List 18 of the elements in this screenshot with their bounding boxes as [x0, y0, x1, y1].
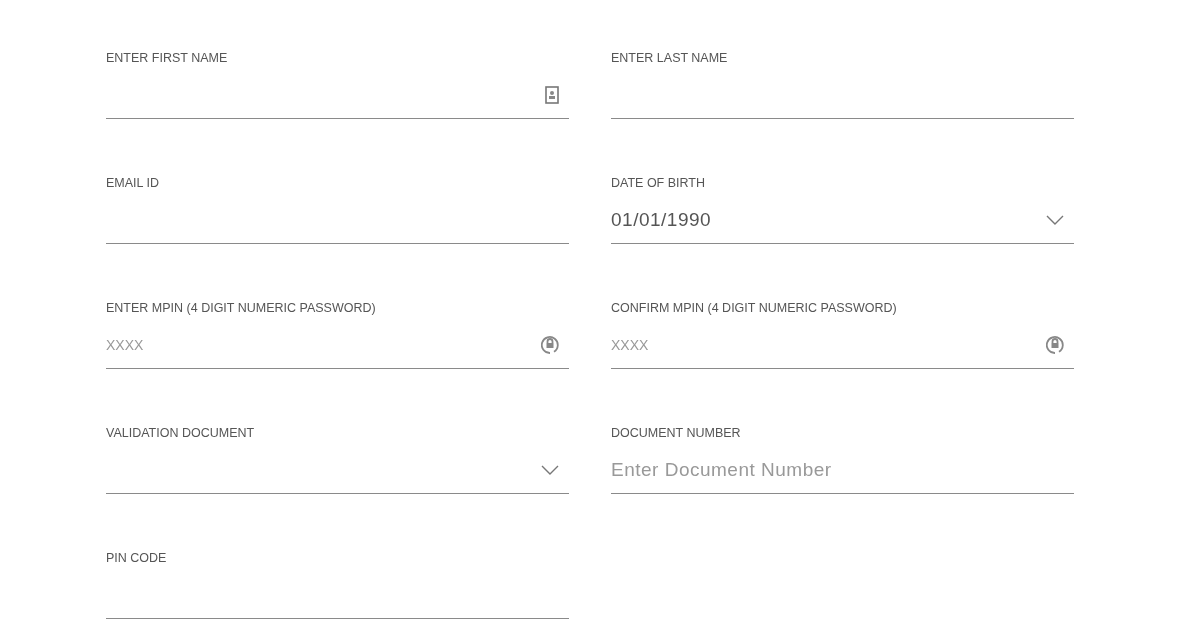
lock-icon[interactable]	[1046, 334, 1064, 355]
field-label: ENTER LAST NAME	[611, 50, 729, 66]
field-label: VALIDATION DOCUMENT	[106, 425, 256, 441]
field-label: PIN CODE	[106, 550, 168, 566]
field-label: ENTER FIRST NAME	[106, 50, 229, 66]
password-field[interactable]: XXXX	[611, 317, 1074, 369]
field-label: DOCUMENT NUMBER	[611, 425, 742, 441]
field-label: CONFIRM MPIN (4 DIGIT NUMERIC PASSWORD)	[611, 300, 898, 316]
dropdown-field[interactable]: 01/01/1990	[611, 192, 1074, 244]
field-label: EMAIL ID	[106, 175, 161, 191]
text-field[interactable]: Enter Document Number	[611, 442, 1074, 494]
contact-card-icon	[545, 85, 559, 104]
field-label: DATE OF BIRTH	[611, 175, 706, 191]
chevron-down-icon[interactable]	[541, 464, 559, 475]
password-field[interactable]: XXXX	[106, 317, 569, 369]
field-label: ENTER MPIN (4 DIGIT NUMERIC PASSWORD)	[106, 300, 377, 316]
lock-icon[interactable]	[541, 334, 559, 355]
chevron-down-icon[interactable]	[1046, 214, 1064, 225]
